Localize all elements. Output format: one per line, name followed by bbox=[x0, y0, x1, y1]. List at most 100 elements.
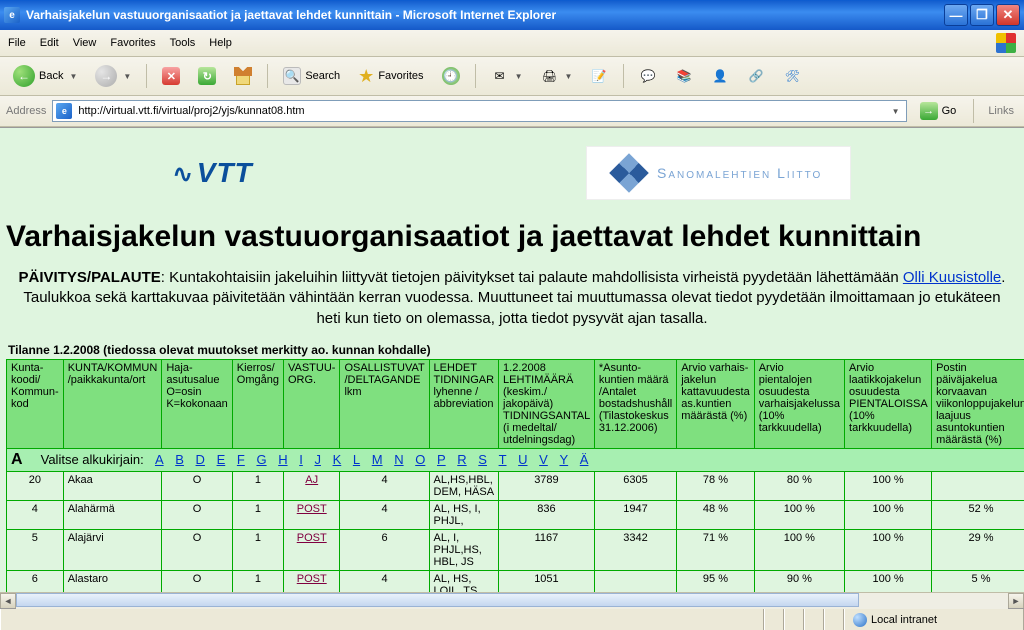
go-icon: → bbox=[920, 102, 938, 120]
print-button[interactable]: 🖨▼ bbox=[533, 63, 579, 89]
alpha-link-K[interactable]: K bbox=[329, 452, 346, 467]
link-icon: 🔗 bbox=[747, 67, 765, 85]
table-row: 20AkaaO1AJ4AL,HS,HBL, DEM, HÄSA378963057… bbox=[7, 471, 1024, 500]
col-vastuu: VASTUU-ORG. bbox=[283, 359, 339, 448]
alpha-link-E[interactable]: E bbox=[213, 452, 230, 467]
status-message bbox=[0, 609, 764, 630]
minimize-button[interactable]: — bbox=[944, 4, 968, 26]
data-table: Kunta- koodi/ Kommun- kod KUNTA/KOMMUN /… bbox=[6, 359, 1024, 592]
org-link[interactable]: POST bbox=[297, 573, 327, 585]
history-button[interactable]: 🕘 bbox=[435, 63, 467, 89]
alpha-link-A[interactable]: A bbox=[151, 452, 168, 467]
edit-button[interactable]: 📝 bbox=[583, 63, 615, 89]
cell-posti: 5 % bbox=[932, 570, 1024, 592]
discuss-button[interactable]: 💬 bbox=[632, 63, 664, 89]
address-box[interactable]: e ▼ bbox=[52, 100, 906, 122]
sl-text: Sanomalehtien Liitto bbox=[657, 165, 822, 181]
col-kunta: KUNTA/KOMMUN /paikkakunta/ort bbox=[63, 359, 162, 448]
alpha-link-M[interactable]: M bbox=[368, 452, 387, 467]
close-button[interactable]: ✕ bbox=[996, 4, 1020, 26]
alpha-link-N[interactable]: N bbox=[390, 452, 407, 467]
col-kuntakoodi: Kunta- koodi/ Kommun- kod bbox=[7, 359, 64, 448]
favorites-label: Favorites bbox=[378, 70, 423, 82]
scroll-track[interactable] bbox=[16, 593, 1008, 609]
menu-edit[interactable]: Edit bbox=[40, 37, 59, 49]
menu-favorites[interactable]: Favorites bbox=[110, 37, 155, 49]
cell-lehdet: AL,HS,HBL, DEM, HÄSA bbox=[429, 471, 499, 500]
separator bbox=[973, 99, 974, 123]
alpha-link-Y[interactable]: Y bbox=[555, 452, 572, 467]
alpha-link-Ä[interactable]: Ä bbox=[576, 452, 593, 467]
menu-help[interactable]: Help bbox=[209, 37, 232, 49]
col-posti: Postin päiväjakelua korvaavan viikonlopp… bbox=[932, 359, 1024, 448]
cell-lehdet: AL, HS, LOIL, TS bbox=[429, 570, 499, 592]
col-lehdet: LEHDET TIDNINGAR lyhenne / abbreviation bbox=[429, 359, 499, 448]
cell-kierros: 1 bbox=[232, 500, 283, 529]
org-link[interactable]: POST bbox=[297, 503, 327, 515]
contact-link[interactable]: Olli Kuusistolle bbox=[903, 269, 1001, 286]
research-button[interactable]: 📚 bbox=[668, 63, 700, 89]
cell-posti: 52 % bbox=[932, 500, 1024, 529]
org-link[interactable]: AJ bbox=[305, 474, 318, 486]
menu-tools[interactable]: Tools bbox=[170, 37, 196, 49]
cell-kierros: 1 bbox=[232, 529, 283, 570]
mail-button[interactable]: ✉▼ bbox=[484, 63, 530, 89]
discuss-icon: 💬 bbox=[639, 67, 657, 85]
alpha-link-I[interactable]: I bbox=[295, 452, 307, 467]
alpha-link-P[interactable]: P bbox=[433, 452, 450, 467]
maximize-button[interactable]: ❐ bbox=[970, 4, 994, 26]
menu-file[interactable]: File bbox=[8, 37, 26, 49]
horizontal-scrollbar[interactable]: ◄ ► bbox=[0, 592, 1024, 608]
alpha-link-L[interactable]: L bbox=[349, 452, 364, 467]
alpha-link-S[interactable]: S bbox=[474, 452, 491, 467]
alpha-link-U[interactable]: U bbox=[514, 452, 531, 467]
menu-view[interactable]: View bbox=[73, 37, 97, 49]
cell-as bbox=[594, 570, 676, 592]
cell-code: 6 bbox=[7, 570, 64, 592]
org-link[interactable]: POST bbox=[297, 532, 327, 544]
separator bbox=[267, 64, 268, 88]
back-button[interactable]: ← Back ▼ bbox=[6, 61, 84, 91]
cell-maara: 3789 bbox=[499, 471, 595, 500]
col-laatikko: Arvio laatikkojakelun osuudesta PIENTALO… bbox=[845, 359, 932, 448]
zone-icon bbox=[853, 613, 867, 627]
page-icon: e bbox=[56, 103, 72, 119]
extra-button-2[interactable]: 🛠 bbox=[776, 63, 808, 89]
alpha-link-V[interactable]: V bbox=[535, 452, 552, 467]
col-asunto: *Asunto-kuntien määrä /Antalet bostadshu… bbox=[594, 359, 676, 448]
research-icon: 📚 bbox=[675, 67, 693, 85]
cell-kunta: Alastaro bbox=[63, 570, 162, 592]
search-button[interactable]: 🔍 Search bbox=[276, 63, 347, 89]
cell-haja: O bbox=[162, 471, 232, 500]
home-button[interactable] bbox=[227, 63, 259, 89]
chevron-down-icon[interactable]: ▼ bbox=[69, 72, 77, 81]
favorites-button[interactable]: ★ Favorites bbox=[351, 62, 430, 91]
cell-kierros: 1 bbox=[232, 471, 283, 500]
forward-button[interactable]: → ▼ bbox=[88, 61, 138, 91]
messenger-button[interactable]: 👤 bbox=[704, 63, 736, 89]
alpha-link-B[interactable]: B bbox=[171, 452, 188, 467]
alpha-link-O[interactable]: O bbox=[411, 452, 429, 467]
url-input[interactable] bbox=[76, 104, 888, 118]
scroll-right-button[interactable]: ► bbox=[1008, 593, 1024, 609]
alpha-link-D[interactable]: D bbox=[192, 452, 209, 467]
chevron-down-icon[interactable]: ▼ bbox=[123, 72, 131, 81]
alpha-link-R[interactable]: R bbox=[453, 452, 470, 467]
cell-kunta: Alajärvi bbox=[63, 529, 162, 570]
scroll-left-button[interactable]: ◄ bbox=[0, 593, 16, 609]
stop-button[interactable]: ✕ bbox=[155, 63, 187, 89]
alpha-link-F[interactable]: F bbox=[233, 452, 249, 467]
alpha-link-J[interactable]: J bbox=[310, 452, 325, 467]
refresh-button[interactable]: ↻ bbox=[191, 63, 223, 89]
chevron-down-icon[interactable]: ▼ bbox=[889, 107, 903, 116]
scroll-thumb[interactable] bbox=[16, 593, 859, 607]
alpha-link-H[interactable]: H bbox=[274, 452, 291, 467]
links-label[interactable]: Links bbox=[984, 105, 1018, 117]
alpha-link-T[interactable]: T bbox=[495, 452, 511, 467]
alpha-link-G[interactable]: G bbox=[252, 452, 270, 467]
extra-button-1[interactable]: 🔗 bbox=[740, 63, 772, 89]
refresh-icon: ↻ bbox=[198, 67, 216, 85]
content-area[interactable]: ∿VTT Sanomalehtien Liitto Varhaisjakelun… bbox=[0, 127, 1024, 592]
intro-paragraph: PÄIVITYS/PALAUTE: Kuntakohtaisiin jakelu… bbox=[16, 268, 1008, 329]
go-button[interactable]: → Go bbox=[913, 99, 964, 123]
